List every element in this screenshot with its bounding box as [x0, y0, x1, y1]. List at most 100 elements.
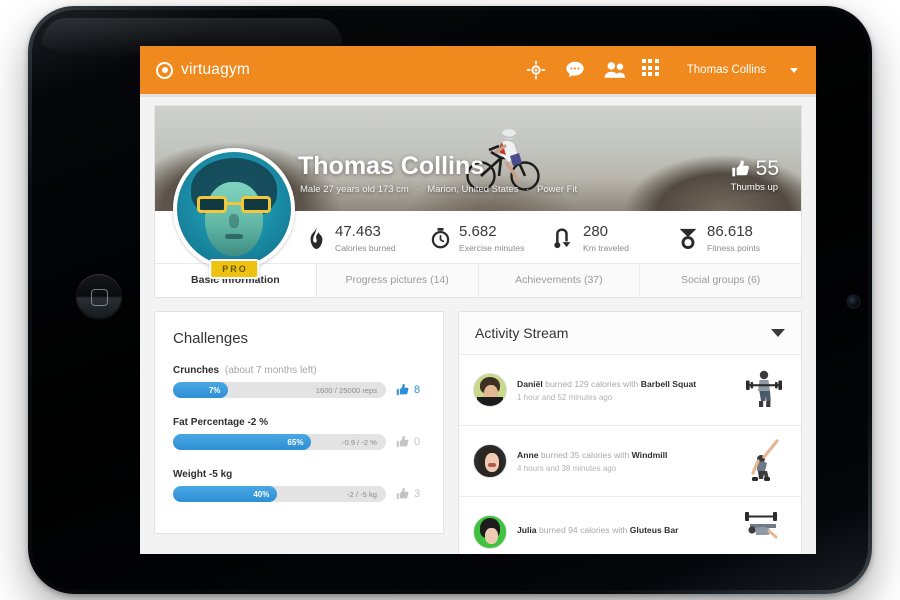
- challenges-column: Challenges Crunches (about 7 months left…: [154, 311, 444, 554]
- challenge-progress-fill: 40%: [173, 486, 278, 502]
- challenge-row: 65% -0.9 / -2 % 0: [173, 434, 425, 450]
- challenge-like-count: 8: [414, 384, 421, 396]
- challenge-name: Crunches: [173, 365, 220, 376]
- activity-item[interactable]: Daniël burned 129 calories with Barbell …: [459, 355, 801, 426]
- stat-label: Km traveled: [583, 243, 629, 253]
- navbar-actions: Thomas Collins: [525, 59, 798, 81]
- brand-logo[interactable]: virtuagym: [156, 61, 250, 79]
- top-navbar: virtuagym Thomas Collins: [140, 46, 816, 97]
- challenge-header: Fat Percentage -2 %: [173, 417, 425, 428]
- activity-exercise: Gluteus Bar: [629, 525, 679, 535]
- activity-line: Julia burned 94 calories with Gluteus Ba…: [517, 525, 731, 535]
- thumbs-up-row: 55: [730, 157, 779, 181]
- people-icon[interactable]: [603, 59, 626, 81]
- thumbs-up-counter[interactable]: 55 Thumbs up: [730, 157, 779, 193]
- stat-exercise-minutes: 5.682 Exercise minutes: [429, 223, 553, 253]
- avatar-image: [173, 148, 295, 270]
- challenge-progress-bar[interactable]: 7% 1600 / 25000 reps: [173, 382, 386, 398]
- profile-meta: Male 27 years old 173 cm · Marion, Unite…: [300, 184, 577, 195]
- stat-km-traveled: 280 Km traveled: [553, 223, 677, 253]
- navbar-username[interactable]: Thomas Collins: [687, 64, 766, 76]
- thumbs-up-icon: [731, 160, 749, 177]
- thumbs-up-icon: [396, 487, 409, 500]
- activity-stream-column: Activity Stream Daniël burned 129 calori…: [458, 311, 802, 554]
- activity-user: Julia: [517, 525, 537, 535]
- challenge-row: 7% 1600 / 25000 reps 8: [173, 382, 425, 398]
- activity-stream-title: Activity Stream: [475, 325, 569, 341]
- avatar[interactable]: [473, 444, 507, 478]
- challenge-progress-detail: -2 / -5 kg: [347, 489, 377, 499]
- challenge-like-button[interactable]: 0: [395, 435, 425, 449]
- avatar-sunglasses-icon: [197, 196, 271, 213]
- avatar-mouth: [225, 234, 243, 239]
- activity-middle: burned 129 calories with: [542, 378, 641, 389]
- chevron-down-icon[interactable]: [771, 329, 785, 337]
- thumbs-up-label: Thumbs up: [730, 182, 779, 193]
- challenge-name: Fat Percentage -2 %: [173, 417, 269, 428]
- stat-label: Fitness points: [707, 243, 761, 253]
- activity-user: Anne: [517, 449, 539, 460]
- stat-label: Exercise minutes: [459, 243, 525, 253]
- target-ring-logo-icon: [156, 61, 173, 79]
- profile-meta-physical: Male 27 years old 173 cm: [300, 184, 409, 195]
- challenge-progress-detail: -0.9 / -2 %: [341, 437, 377, 447]
- chat-bubble-icon[interactable]: [564, 59, 586, 81]
- flame-icon: [305, 225, 327, 251]
- stopwatch-icon: [429, 225, 451, 251]
- tab-progress-pictures[interactable]: Progress pictures (14): [315, 264, 478, 297]
- activity-text: Anne burned 35 calories with Windmill 4 …: [507, 450, 741, 473]
- stat-calories-burned: 47.463 Calories burned: [305, 223, 429, 253]
- activity-stream-panel: Activity Stream Daniël burned 129 calori…: [458, 311, 802, 554]
- page-body: Thomas Collins Male 27 years old 173 cm …: [140, 94, 816, 554]
- crosshair-icon[interactable]: [525, 59, 547, 81]
- challenge-row: 40% -2 / -5 kg 3: [173, 486, 425, 502]
- stat-value: 280: [583, 223, 609, 240]
- profile-card: Thomas Collins Male 27 years old 173 cm …: [154, 105, 802, 298]
- thumbs-up-count: 55: [755, 157, 779, 180]
- challenge-progress-fill: 7%: [173, 382, 229, 398]
- activity-exercise: Barbell Squat: [640, 378, 697, 389]
- profile-meta-plan: Power Fit: [537, 184, 578, 195]
- tablet-device-frame: virtuagym Thomas Collins Thomas Collins …: [28, 6, 872, 594]
- stat-value: 47.463: [335, 223, 381, 240]
- challenge-like-button[interactable]: 8: [395, 383, 425, 397]
- challenge-progress-bar[interactable]: 65% -0.9 / -2 %: [173, 434, 386, 450]
- avatar[interactable]: PRO: [173, 148, 295, 279]
- challenge-item[interactable]: Weight -5 kg 40% -2 / -5 kg 3: [173, 469, 425, 502]
- stat-label: Calories burned: [335, 243, 396, 253]
- challenge-header: Weight -5 kg: [173, 469, 425, 480]
- challenge-like-count: 3: [414, 488, 421, 500]
- avatar[interactable]: [473, 373, 507, 407]
- challenge-like-button[interactable]: 3: [395, 487, 425, 501]
- challenges-title: Challenges: [173, 330, 249, 347]
- stat-fitness-points: 86.618 Fitness points: [677, 223, 801, 253]
- pro-badge: PRO: [209, 259, 259, 279]
- activity-middle: burned 35 calories with: [538, 449, 632, 460]
- tab-achievements[interactable]: Achievements (37): [477, 264, 640, 297]
- challenge-item[interactable]: Crunches (about 7 months left) 7% 1600 /…: [173, 365, 425, 398]
- gluteus-bar-icon: [745, 512, 778, 539]
- chevron-down-icon[interactable]: [790, 67, 798, 73]
- thumbs-up-icon: [396, 435, 409, 448]
- content-columns: Challenges Crunches (about 7 months left…: [154, 311, 802, 554]
- avatar[interactable]: [473, 515, 507, 549]
- home-button[interactable]: [76, 274, 122, 320]
- tab-social-groups[interactable]: Social groups (6): [639, 264, 801, 297]
- activity-middle: burned 94 calories with: [536, 525, 630, 535]
- apps-grid-icon[interactable]: [641, 59, 664, 81]
- activity-item[interactable]: Julia burned 94 calories with Gluteus Ba…: [459, 497, 801, 554]
- activity-text: Julia burned 94 calories with Gluteus Ba…: [507, 525, 741, 539]
- barbell-squat-icon: [746, 370, 782, 407]
- challenge-header: Crunches (about 7 months left): [173, 365, 425, 376]
- challenge-progress-detail: 1600 / 25000 reps: [315, 385, 377, 395]
- challenge-item[interactable]: Fat Percentage -2 % 65% -0.9 / -2 % 0: [173, 417, 425, 450]
- challenges-panel: Challenges Crunches (about 7 months left…: [154, 311, 444, 534]
- meta-separator-2: ·: [526, 184, 530, 195]
- tablet-screen: virtuagym Thomas Collins Thomas Collins …: [140, 46, 816, 554]
- activity-text: Daniël burned 129 calories with Barbell …: [507, 379, 741, 402]
- challenge-name: Weight -5 kg: [173, 469, 233, 480]
- thumbs-up-icon: [396, 383, 409, 396]
- activity-item[interactable]: Anne burned 35 calories with Windmill 4 …: [459, 426, 801, 497]
- challenge-progress-bar[interactable]: 40% -2 / -5 kg: [173, 486, 386, 502]
- challenge-progress-fill: 65%: [173, 434, 312, 450]
